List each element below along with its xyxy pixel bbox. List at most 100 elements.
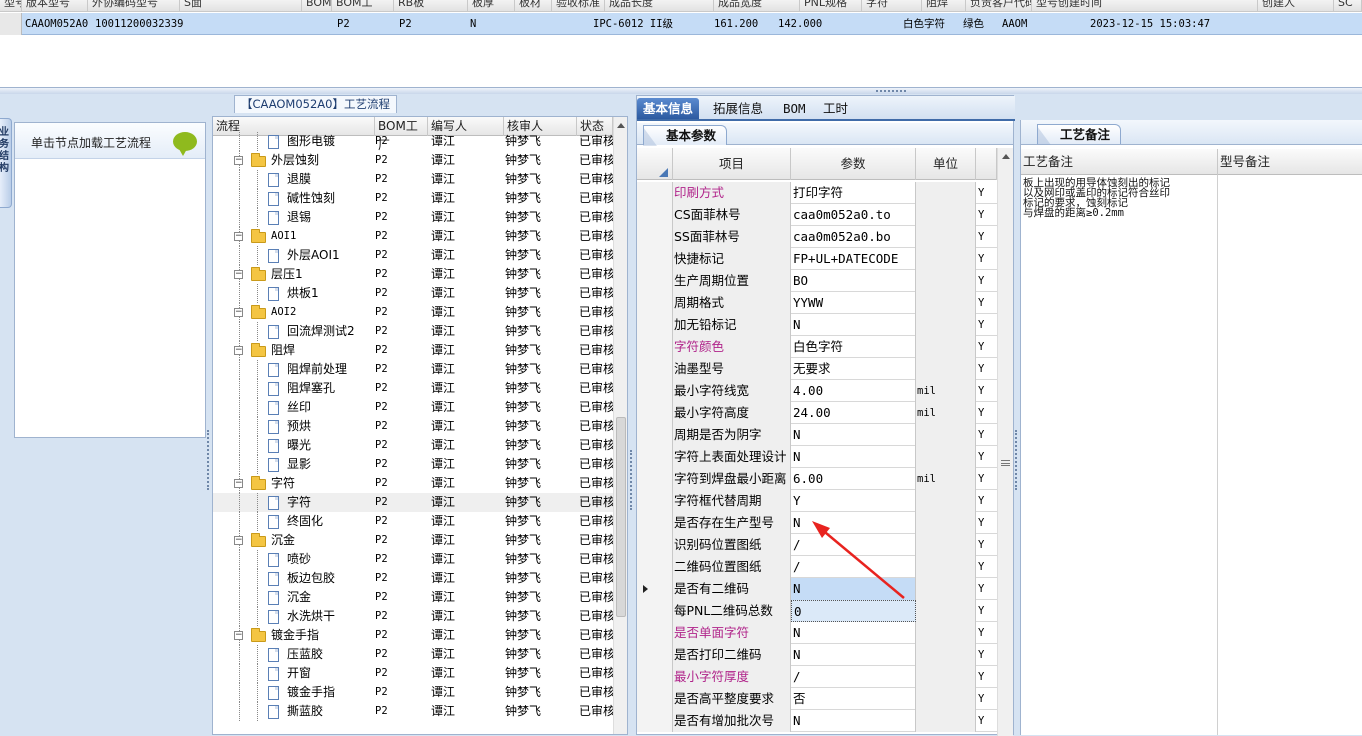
tab-bom[interactable]: BOM — [777, 98, 812, 119]
process-step-name[interactable]: 显影 — [287, 455, 311, 474]
process-step-name[interactable]: 撕蓝胶 — [287, 702, 323, 721]
column-header[interactable]: BOM工厂 — [302, 0, 332, 12]
column-header[interactable]: 负责客户代码 — [966, 0, 1032, 12]
process-row[interactable]: − 镀金手指 P2 谭江 钟梦飞 已审核 — [213, 626, 613, 645]
process-row[interactable]: 退锡 P2 谭江 钟梦飞 已审核 — [213, 208, 613, 227]
process-step-name[interactable]: 烘板1 — [287, 284, 319, 303]
column-header[interactable]: 型号 — [0, 0, 22, 12]
column-header[interactable]: 创建人 — [1258, 0, 1334, 12]
column-header[interactable]: 阻焊 — [922, 0, 966, 12]
row-indicator[interactable] — [637, 534, 673, 556]
params-column-header[interactable]: 项目 — [673, 148, 791, 180]
collapse-toggle-icon[interactable]: − — [234, 346, 243, 355]
process-row[interactable]: 预烘 P2 谭江 钟梦飞 已审核 — [213, 417, 613, 436]
params-column-header[interactable]: 参数 — [791, 148, 916, 180]
collapse-toggle-icon[interactable]: − — [234, 536, 243, 545]
process-step-name[interactable]: 沉金 — [287, 588, 311, 607]
process-row[interactable]: 烘板1 P2 谭江 钟梦飞 已审核 — [213, 284, 613, 303]
param-row[interactable]: 字符上表面处理设计 N Y — [637, 446, 997, 468]
horizontal-splitter[interactable] — [0, 87, 1362, 94]
process-row[interactable]: 退膜 P2 谭江 钟梦飞 已审核 — [213, 170, 613, 189]
process-step-name[interactable]: 丝印 — [287, 398, 311, 417]
process-step-name[interactable]: 开窗 — [287, 664, 311, 683]
collapse-toggle-icon[interactable]: − — [234, 270, 243, 279]
row-indicator[interactable] — [637, 446, 673, 468]
process-row[interactable]: − 层压1 P2 谭江 钟梦飞 已审核 — [213, 265, 613, 284]
chat-bubble-icon[interactable] — [173, 132, 197, 156]
process-row[interactable]: 沉金 P2 谭江 钟梦飞 已审核 — [213, 588, 613, 607]
process-row[interactable]: 水洗烘干 P2 谭江 钟梦飞 已审核 — [213, 607, 613, 626]
param-row[interactable]: 是否存在生产型号 N Y — [637, 512, 997, 534]
process-remarks-text[interactable]: 板上出现的用导体蚀刻出的标记 以及网印或盖印的标记符合丝印 标记的要求，蚀刻标记… — [1023, 178, 1213, 219]
row-indicator[interactable] — [637, 512, 673, 534]
tab-process-remarks[interactable]: 工艺备注 — [1037, 124, 1122, 145]
row-indicator[interactable] — [637, 336, 673, 358]
process-row[interactable]: − AOI2 P2 谭江 钟梦飞 已审核 — [213, 303, 613, 322]
param-value[interactable]: N — [791, 424, 916, 446]
process-row[interactable]: − AOI1 P2 谭江 钟梦飞 已审核 — [213, 227, 613, 246]
param-value[interactable]: N — [791, 512, 916, 534]
param-value[interactable]: BO — [791, 270, 916, 292]
process-step-name[interactable]: 图形电镀 — [287, 132, 335, 151]
collapse-toggle-icon[interactable]: − — [234, 232, 243, 241]
param-row[interactable]: 最小字符线宽 4.00 mil Y — [637, 380, 997, 402]
row-indicator[interactable] — [637, 424, 673, 446]
column-header[interactable]: 版本型号 — [22, 0, 88, 12]
process-step-name[interactable]: 阻焊前处理 — [287, 360, 347, 379]
process-step-name[interactable]: 外层AOI1 — [287, 246, 340, 265]
param-row[interactable]: CS面菲林号 caa0m052a0.to Y — [637, 204, 997, 226]
param-value[interactable]: caa0m052a0.bo — [791, 226, 916, 248]
param-row[interactable]: 二维码位置图纸 / Y — [637, 556, 997, 578]
process-row[interactable]: 终固化 P2 谭江 钟梦飞 已审核 — [213, 512, 613, 531]
row-indicator[interactable] — [637, 600, 673, 622]
process-row[interactable]: 图形电镀 P2 谭江 钟梦飞 已审核 — [213, 132, 613, 151]
process-row[interactable]: 阻焊塞孔 P2 谭江 钟梦飞 已审核 — [213, 379, 613, 398]
param-row[interactable]: 字符到焊盘最小距离 6.00 mil Y — [637, 468, 997, 490]
param-row[interactable]: 识别码位置图纸 / Y — [637, 534, 997, 556]
model-grid-selected-row[interactable]: CAAOM052A0 10011200032339 P2 P2 N IPC-6012 II… — [0, 13, 1362, 35]
row-indicator[interactable] — [637, 556, 673, 578]
process-step-name[interactable]: 终固化 — [287, 512, 323, 531]
param-row[interactable]: 最小字符高度 24.00 mil Y — [637, 402, 997, 424]
column-header[interactable]: 板材 — [515, 0, 552, 12]
param-row[interactable]: 每PNL二维码总数 0 Y — [637, 600, 997, 622]
column-header[interactable]: 验收标准 — [552, 0, 605, 12]
process-group-name[interactable]: 外层蚀刻 — [271, 151, 319, 170]
splitter-grip[interactable] — [876, 90, 906, 92]
process-step-name[interactable]: 水洗烘干 — [287, 607, 335, 626]
tab-work-hours[interactable]: 工时 — [817, 98, 854, 119]
column-header[interactable]: S面 — [180, 0, 302, 12]
current-row-indicator-icon[interactable] — [637, 578, 673, 600]
param-value[interactable]: / — [791, 666, 916, 688]
param-row[interactable]: 字符框代替周期 Y Y — [637, 490, 997, 512]
column-header[interactable]: 外协编码型号 — [88, 0, 180, 12]
param-value[interactable]: 4.00 — [791, 380, 916, 402]
param-row[interactable]: 是否有增加批次号 N Y — [637, 710, 997, 732]
param-row[interactable]: 是否打印二维码 N Y — [637, 644, 997, 666]
process-group-name[interactable]: 阻焊 — [271, 341, 295, 360]
row-indicator[interactable] — [637, 270, 673, 292]
param-value[interactable]: 无要求 — [791, 358, 916, 380]
collapse-toggle-icon[interactable]: − — [234, 479, 243, 488]
collapse-toggle-icon[interactable]: − — [234, 156, 243, 165]
tab-extended-info[interactable]: 拓展信息 — [707, 98, 769, 119]
row-indicator[interactable] — [637, 622, 673, 644]
params-column-header[interactable] — [976, 148, 997, 180]
param-value[interactable]: / — [791, 534, 916, 556]
row-indicator[interactable] — [637, 248, 673, 270]
param-value[interactable]: FP+UL+DATECODE — [791, 248, 916, 270]
row-indicator[interactable] — [637, 490, 673, 512]
process-row[interactable]: − 阻焊 P2 谭江 钟梦飞 已审核 — [213, 341, 613, 360]
process-row[interactable]: 阻焊前处理 P2 谭江 钟梦飞 已审核 — [213, 360, 613, 379]
process-row[interactable]: 板边包胶 P2 谭江 钟梦飞 已审核 — [213, 569, 613, 588]
process-row[interactable]: 曝光 P2 谭江 钟梦飞 已审核 — [213, 436, 613, 455]
process-row[interactable]: 碱性蚀刻 P2 谭江 钟梦飞 已审核 — [213, 189, 613, 208]
row-indicator[interactable] — [637, 644, 673, 666]
process-group-name[interactable]: 字符 — [271, 474, 295, 493]
param-value[interactable]: 24.00 — [791, 402, 916, 424]
process-row[interactable]: 丝印 P2 谭江 钟梦飞 已审核 — [213, 398, 613, 417]
column-header[interactable]: BOM工 — [332, 0, 394, 12]
param-row[interactable]: 快捷标记 FP+UL+DATECODE Y — [637, 248, 997, 270]
param-value[interactable]: N — [791, 578, 916, 600]
param-row[interactable]: 生产周期位置 BO Y — [637, 270, 997, 292]
